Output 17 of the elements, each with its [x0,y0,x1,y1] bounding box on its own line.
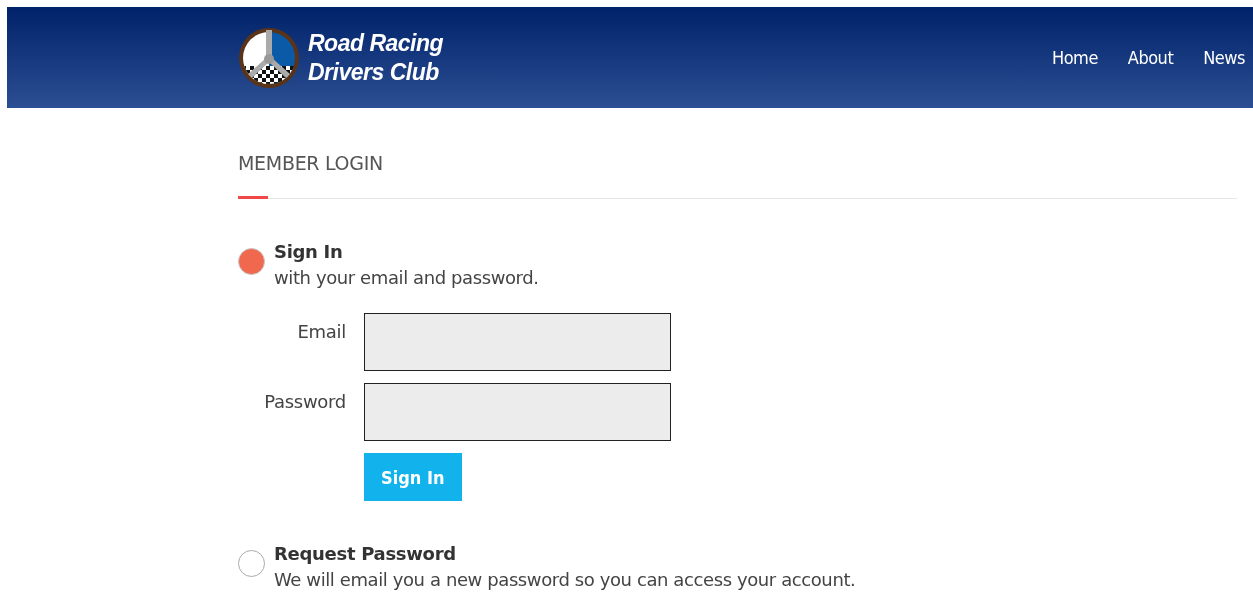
logo-title: Road Racing [308,28,444,58]
field-label: Password [263,390,346,414]
nav-link[interactable]: About [1127,47,1174,68]
option-title: Sign In [274,240,344,264]
logo-subtitle: Drivers Club [308,57,440,87]
field-label: Email [296,320,346,344]
option-description: We will email you a new password so you can access your account. [274,568,856,592]
title-accent-bar [238,196,268,199]
nav-link[interactable]: Home [1052,47,1098,68]
input-field[interactable] [364,383,671,441]
nav-link[interactable]: News [1203,47,1245,68]
section-title: MEMBER LOGIN [238,152,384,174]
radio-button[interactable] [238,550,265,577]
radio-button[interactable] [238,248,265,275]
input-field[interactable] [364,313,671,371]
option-title: Request Password [274,542,457,566]
option-description: with your email and password. [274,266,539,290]
